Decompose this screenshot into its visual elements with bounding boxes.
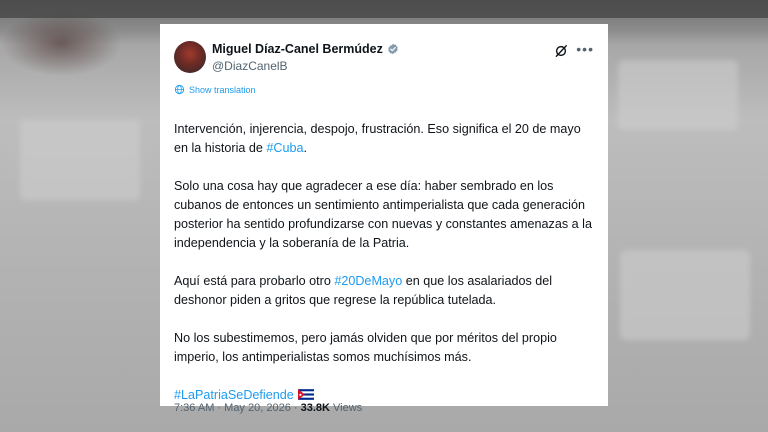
paragraph-end: . (303, 141, 308, 155)
grok-icon[interactable] (554, 44, 568, 58)
more-icon[interactable]: ••• (576, 41, 594, 57)
paragraph-text: Aquí está para probarlo otro (174, 274, 335, 288)
paragraph-text: Intervención, injerencia, despojo, frust… (174, 122, 581, 155)
cuba-flag-icon (297, 389, 314, 400)
background-blur-block (620, 250, 750, 340)
background-band (0, 0, 768, 18)
show-translation-label: Show translation (189, 84, 256, 95)
verified-badge-icon (388, 43, 398, 55)
tweet-paragraph: Aquí está para probarlo otro #20DeMayo e… (174, 272, 594, 310)
hashtag-lapatriasedefiende-link[interactable]: #LaPatriaSeDefiende (174, 388, 294, 402)
tweet-paragraph: Intervención, injerencia, despojo, frust… (174, 120, 594, 158)
meta-separator: · (293, 402, 298, 414)
tweet-paragraph: No los subestimemos, pero jamás olviden … (174, 331, 557, 364)
views-count: 33.8K (300, 402, 330, 414)
hashtag-20demayo-link[interactable]: #20DeMayo (334, 274, 402, 288)
tweet-date[interactable]: May 20, 2026 (224, 402, 291, 414)
author-handle[interactable]: @DiazCanelB (212, 59, 288, 73)
author-row: Miguel Díaz-Canel Bermúdez (212, 42, 399, 56)
tweet-paragraph: Solo una cosa hay que agradecer a ese dí… (174, 179, 592, 250)
show-translation-link[interactable]: Show translation (174, 84, 256, 95)
globe-icon (174, 84, 185, 95)
hashtag-cuba-link[interactable]: #Cuba (266, 141, 303, 155)
tweet-meta: 7:36 AM · May 20, 2026 · 33.8K Views (174, 402, 362, 414)
views-label: Views (333, 402, 363, 414)
background-blur-block (618, 60, 738, 130)
avatar[interactable] (174, 41, 206, 73)
background-blur-block (20, 120, 140, 200)
author-name[interactable]: Miguel Díaz-Canel Bermúdez (212, 42, 383, 56)
tweet-header: Miguel Díaz-Canel Bermúdez @DiazCanelB •… (174, 40, 594, 74)
tweet-time[interactable]: 7:36 AM (174, 402, 214, 414)
tweet-card: Miguel Díaz-Canel Bermúdez @DiazCanelB •… (160, 24, 608, 414)
tweet-body: Intervención, injerencia, despojo, frust… (174, 120, 594, 424)
meta-separator: · (217, 402, 222, 414)
